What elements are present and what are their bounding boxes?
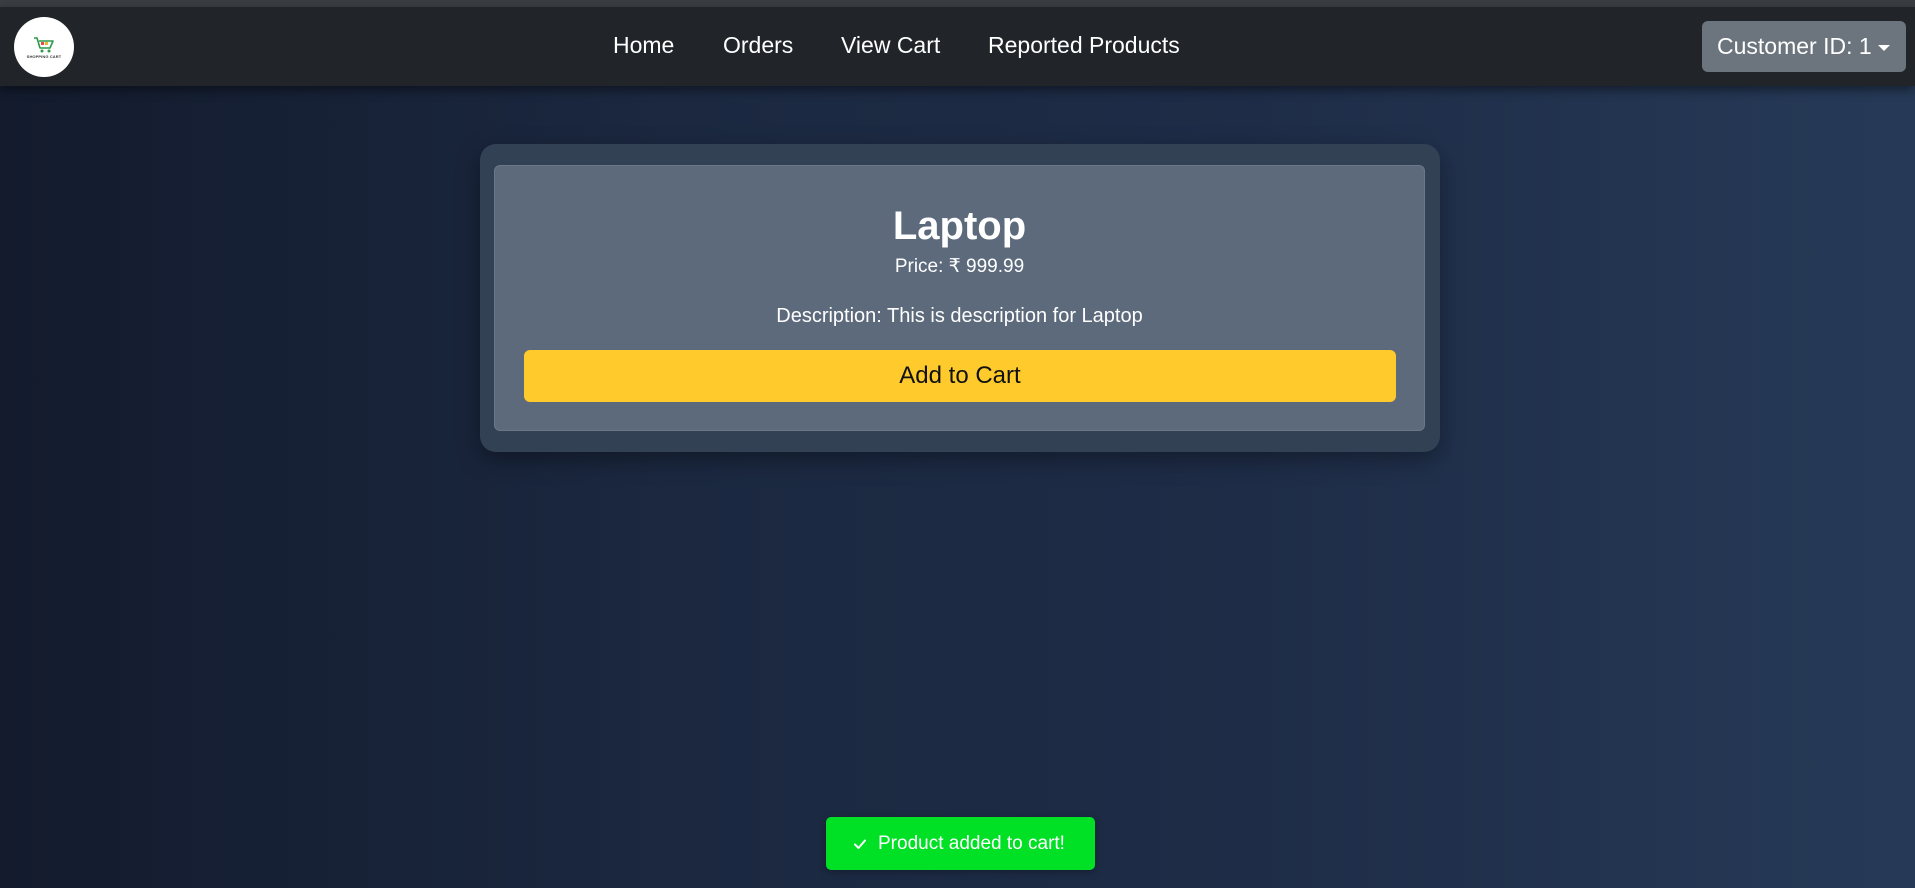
check-icon [852, 836, 868, 852]
navbar: SHOPPING CART Home Orders View Cart Repo… [0, 7, 1915, 86]
add-to-cart-button[interactable]: Add to Cart [524, 350, 1396, 402]
nav-reported-products[interactable]: Reported Products [988, 31, 1180, 59]
product-name: Laptop [892, 204, 1027, 248]
browser-top-strip [0, 0, 1915, 7]
toast-message: Product added to cart! [878, 832, 1065, 854]
customer-id-dropdown[interactable]: Customer ID: 1 [1702, 21, 1906, 72]
product-price: Price: ₹ 999.99 [894, 256, 1025, 277]
logo[interactable]: SHOPPING CART [14, 17, 74, 77]
nav-view-cart[interactable]: View Cart [841, 31, 940, 59]
product-card-container: Laptop Price: ₹ 999.99 Description: This… [480, 144, 1440, 452]
caret-down-icon [1877, 44, 1890, 51]
nav-home[interactable]: Home [613, 31, 674, 59]
product-card: Laptop Price: ₹ 999.99 Description: This… [494, 165, 1425, 431]
customer-id-label: Customer ID: 1 [1717, 33, 1872, 59]
nav-links: Home Orders View Cart Reported Products [0, 7, 1915, 86]
shopping-cart-icon [34, 36, 54, 52]
logo-text: SHOPPING CART [26, 53, 62, 59]
product-description: Description: This is description for Lap… [776, 305, 1143, 327]
nav-orders[interactable]: Orders [723, 31, 793, 59]
toast-notification: Product added to cart! [826, 817, 1095, 870]
